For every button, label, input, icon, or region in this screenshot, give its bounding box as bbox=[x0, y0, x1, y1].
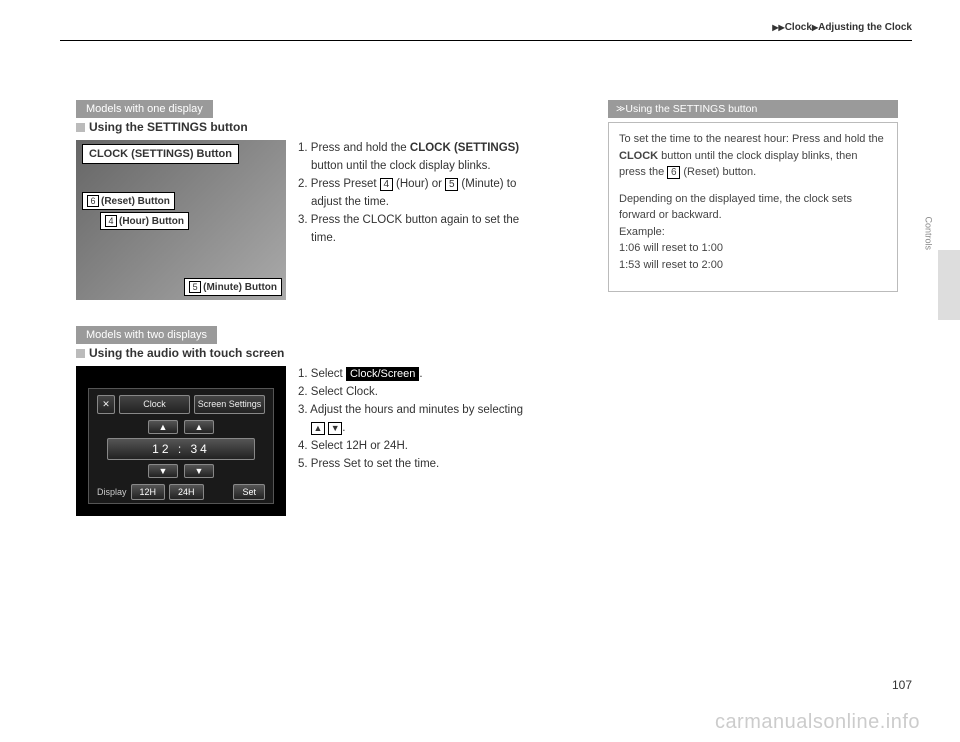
hour-down-button[interactable]: ▼ bbox=[148, 464, 178, 478]
steps-touch: 1. Select Clock/Screen. 2. Select Clock.… bbox=[298, 366, 523, 516]
time-display: 12 : 34 bbox=[107, 438, 255, 460]
button-12h[interactable]: 12H bbox=[131, 484, 166, 500]
minute-up-button[interactable]: ▲ bbox=[184, 420, 214, 434]
watermark: carmanualsonline.info bbox=[715, 711, 920, 734]
keycap-6-icon: 6 bbox=[87, 195, 99, 207]
clock-screen-button-ref: Clock/Screen bbox=[346, 367, 419, 381]
label-minute-button: 5(Minute) Button bbox=[184, 278, 282, 296]
sidebar-heading: ≫Using the SETTINGS button bbox=[608, 100, 898, 118]
keycap-5-icon: 5 bbox=[189, 281, 201, 293]
hour-up-button[interactable]: ▲ bbox=[148, 420, 178, 434]
label-clock-button: CLOCK (SETTINGS) Button bbox=[82, 144, 239, 164]
figure-dashboard: CLOCK (SETTINGS) Button 6(Reset) Button … bbox=[76, 140, 286, 300]
display-label: Display bbox=[97, 487, 127, 497]
figure-touchscreen: ✕ Clock Screen Settings ▲ ▲ 12 : 34 ▼ ▼ bbox=[76, 366, 286, 516]
main-content: Models with one display Using the SETTIN… bbox=[76, 100, 580, 542]
top-rule bbox=[60, 40, 912, 41]
button-set[interactable]: Set bbox=[233, 484, 265, 500]
label-hour-button: 4(Hour) Button bbox=[100, 212, 189, 230]
button-24h[interactable]: 24H bbox=[169, 484, 204, 500]
side-tab bbox=[938, 250, 960, 320]
down-arrow-icon: ▼ bbox=[328, 422, 342, 435]
square-bullet-icon bbox=[76, 123, 85, 132]
steps-settings: 1. Press and hold the CLOCK (SETTINGS) b… bbox=[298, 140, 519, 300]
badge-one-display: Models with one display bbox=[76, 100, 213, 118]
breadcrumb: ▶▶Clock▶Adjusting the Clock bbox=[772, 22, 912, 33]
side-tab-label: Controls bbox=[924, 216, 934, 250]
page-number: 107 bbox=[892, 678, 912, 692]
section-title-touch: Using the audio with touch screen bbox=[76, 346, 580, 360]
close-icon[interactable]: ✕ bbox=[97, 395, 115, 414]
square-bullet-icon bbox=[76, 349, 85, 358]
keycap-4-icon: 4 bbox=[105, 215, 117, 227]
keycap-6-icon: 6 bbox=[667, 166, 680, 179]
up-arrow-icon: ▲ bbox=[311, 422, 325, 435]
sidebar: ≫Using the SETTINGS button To set the ti… bbox=[608, 100, 898, 542]
tab-clock[interactable]: Clock bbox=[119, 395, 190, 414]
section-title-settings: Using the SETTINGS button bbox=[76, 120, 580, 134]
badge-two-displays: Models with two displays bbox=[76, 326, 217, 344]
tab-screen-settings[interactable]: Screen Settings bbox=[194, 395, 265, 414]
label-reset-button: 6(Reset) Button bbox=[82, 192, 175, 210]
keycap-4-icon: 4 bbox=[380, 178, 393, 191]
keycap-5-icon: 5 bbox=[445, 178, 458, 191]
minute-down-button[interactable]: ▼ bbox=[184, 464, 214, 478]
sidebar-body: To set the time to the nearest hour: Pre… bbox=[608, 122, 898, 292]
